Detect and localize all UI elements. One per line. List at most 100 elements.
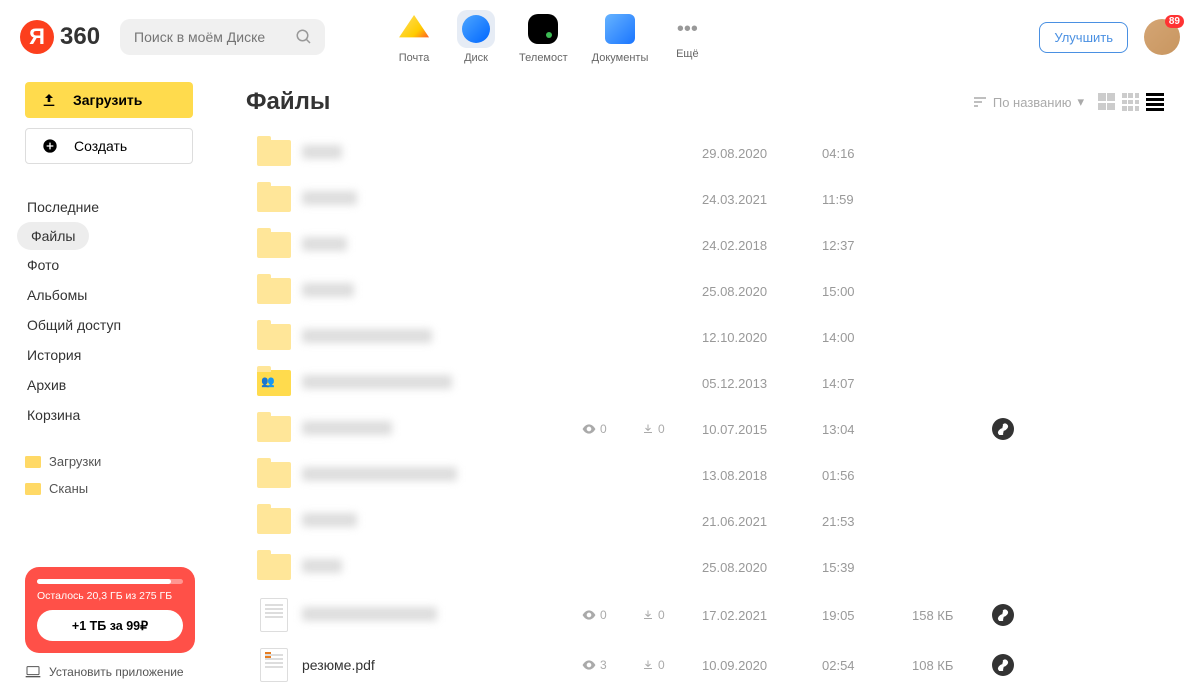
file-name: x — [302, 237, 582, 253]
folder-icon — [257, 554, 291, 580]
upgrade-button[interactable]: Улучшить — [1039, 22, 1128, 53]
sort-dropdown[interactable]: По названию ▾ — [973, 94, 1084, 110]
file-row[interactable]: x0017.02.202119:05158 КБ — [246, 590, 1164, 640]
plus-icon — [42, 138, 58, 154]
logo-y-icon: Я — [20, 20, 54, 54]
folder-icon — [25, 483, 41, 495]
folder-icon — [257, 462, 291, 488]
main: Файлы По названию ▾ x29.08.202004:16 x 24.… — [218, 74, 1200, 691]
file-time: 01:56 — [822, 468, 912, 483]
file-date: 21.06.2021 — [702, 514, 822, 529]
file-name: резюме.pdf — [302, 657, 582, 673]
storage-remaining: Осталось 20,3 ГБ из 275 ГБ — [37, 590, 183, 602]
file-row[interactable]: x25.08.202015:39 — [246, 544, 1164, 590]
file-row[interactable]: x29.08.202004:16 — [246, 130, 1164, 176]
link-icon[interactable] — [992, 604, 1014, 626]
folder-scans[interactable]: Сканы — [25, 475, 198, 502]
install-app-link[interactable]: Установить приложение — [25, 653, 198, 679]
nav-files[interactable]: Файлы — [17, 222, 89, 250]
page-title: Файлы — [246, 88, 330, 116]
service-more[interactable]: ••• Ещё — [672, 14, 702, 60]
file-time: 19:05 — [822, 608, 912, 623]
file-date: 13.08.2018 — [702, 468, 822, 483]
file-date: 24.03.2021 — [702, 192, 822, 207]
link-icon[interactable] — [992, 418, 1014, 440]
mail-icon — [399, 15, 429, 43]
logo[interactable]: Я 360 — [20, 20, 100, 54]
file-name: x — [302, 607, 582, 623]
file-link — [992, 418, 1022, 440]
file-date: 24.02.2018 — [702, 238, 822, 253]
documents-icon — [605, 14, 635, 44]
file-size: 108 КБ — [912, 658, 992, 673]
disk-icon — [462, 15, 490, 43]
file-time: 15:00 — [822, 284, 912, 299]
file-row[interactable]: x05.12.201314:07 — [246, 360, 1164, 406]
document-icon — [260, 598, 288, 632]
file-name: x — [302, 467, 582, 483]
storage-bar — [37, 579, 183, 584]
view-small-tiles[interactable] — [1122, 93, 1140, 111]
view-large-tiles[interactable] — [1098, 93, 1116, 111]
file-date: 29.08.2020 — [702, 146, 822, 161]
file-row[interactable]: x21.06.202121:53 — [246, 498, 1164, 544]
laptop-icon — [25, 666, 41, 678]
view-controls: По названию ▾ — [973, 93, 1164, 111]
file-name: x — [302, 421, 582, 437]
sidebar: Загрузить Создать Последние Файлы Фото А… — [0, 74, 218, 691]
create-button[interactable]: Создать — [25, 128, 193, 164]
storage-cta-button[interactable]: +1 ТБ за 99₽ — [37, 610, 183, 641]
search-icon[interactable] — [295, 28, 313, 46]
file-row[interactable]: x 13.08.201801:56 — [246, 452, 1164, 498]
service-mail[interactable]: Почта — [395, 10, 433, 64]
nav-history[interactable]: История — [17, 340, 198, 370]
service-telemost[interactable]: Телемост — [519, 10, 568, 64]
service-documents[interactable]: Документы — [592, 10, 649, 64]
nav-albums[interactable]: Альбомы — [17, 280, 198, 310]
file-row[interactable]: резюме.pdf3010.09.202002:54108 КБ — [246, 640, 1164, 690]
folder-icon — [257, 232, 291, 258]
file-name: x — [302, 559, 582, 575]
nav-recent[interactable]: Последние — [17, 192, 198, 222]
nav: Последние Файлы Фото Альбомы Общий досту… — [25, 192, 198, 430]
file-date: 25.08.2020 — [702, 560, 822, 575]
file-row[interactable]: x0010.07.201513:04 — [246, 406, 1164, 452]
folder-icon — [257, 278, 291, 304]
file-row[interactable]: x25.08.202015:00 — [246, 268, 1164, 314]
file-date: 10.09.2020 — [702, 658, 822, 673]
file-name: x — [302, 283, 582, 299]
file-date: 10.07.2015 — [702, 422, 822, 437]
file-time: 13:04 — [822, 422, 912, 437]
folder-icon — [257, 140, 291, 166]
upload-button[interactable]: Загрузить — [25, 82, 193, 118]
file-list: x29.08.202004:16x24.03.202111:59x24.02.2… — [246, 130, 1164, 690]
file-link — [992, 654, 1022, 676]
nav-shared[interactable]: Общий доступ — [17, 310, 198, 340]
nav-photo[interactable]: Фото — [17, 250, 198, 280]
file-row[interactable]: x24.03.202111:59 — [246, 176, 1164, 222]
telemost-icon — [528, 14, 558, 44]
file-time: 21:53 — [822, 514, 912, 529]
file-views: 0 — [582, 608, 642, 622]
nav-archive[interactable]: Архив — [17, 370, 198, 400]
folder-icon — [257, 186, 291, 212]
avatar[interactable]: 89 — [1144, 19, 1180, 55]
file-downloads: 0 — [642, 658, 702, 672]
view-list[interactable] — [1146, 93, 1164, 111]
nav-trash[interactable]: Корзина — [17, 400, 198, 430]
service-disk[interactable]: Диск — [457, 10, 495, 64]
file-views: 3 — [582, 658, 642, 672]
header: Я 360 Почта Диск Телемост Документы ••• … — [0, 0, 1200, 74]
file-views: 0 — [582, 422, 642, 436]
folder-downloads[interactable]: Загрузки — [25, 448, 198, 475]
avatar-badge: 89 — [1165, 15, 1184, 28]
file-row[interactable]: x24.02.201812:37 — [246, 222, 1164, 268]
file-row[interactable]: x12.10.202014:00 — [246, 314, 1164, 360]
upload-icon — [41, 92, 57, 108]
file-name: x — [302, 329, 582, 345]
shared-folder-icon — [257, 370, 291, 396]
file-name: x — [302, 191, 582, 207]
main-header: Файлы По названию ▾ — [246, 88, 1164, 116]
link-icon[interactable] — [992, 654, 1014, 676]
folder-icon — [257, 324, 291, 350]
